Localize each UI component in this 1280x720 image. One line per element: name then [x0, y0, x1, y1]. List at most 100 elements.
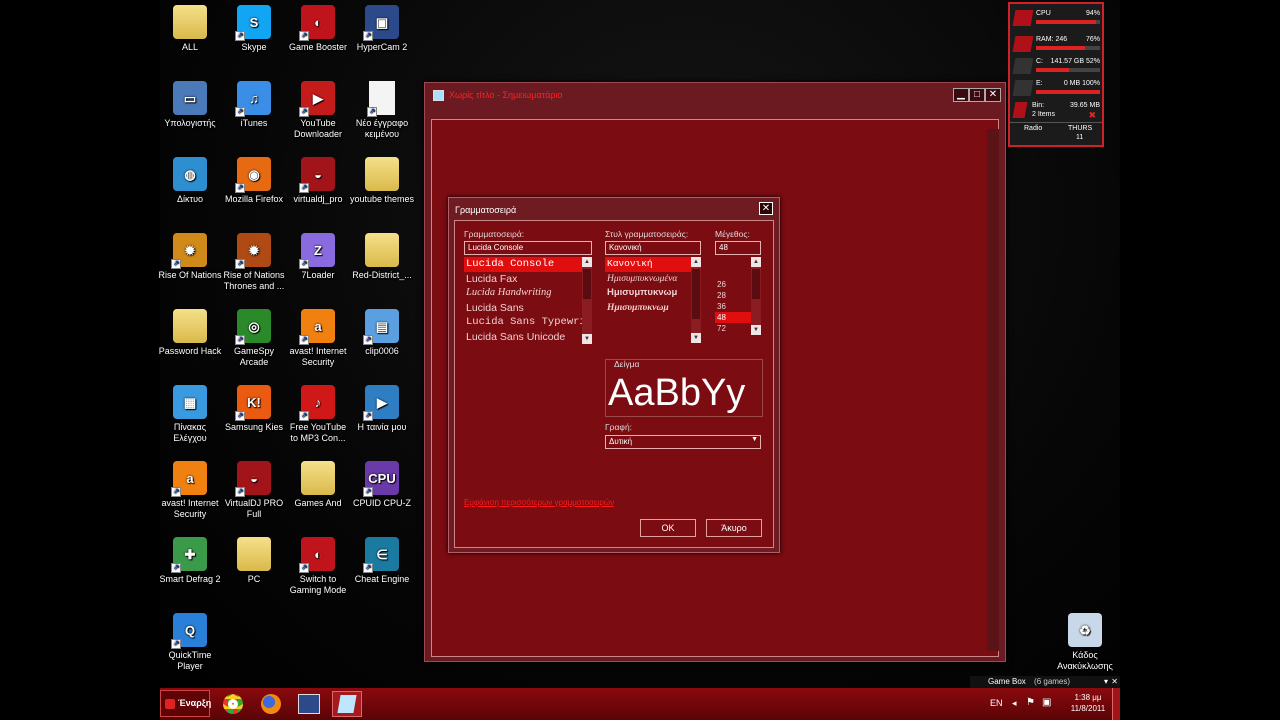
smart-defrag-icon: ✚ ↗ [171, 537, 207, 573]
notepad-taskbar-button[interactable] [332, 691, 362, 717]
list-item[interactable]: Lucida Console [464, 257, 592, 272]
shortcut-arrow-icon: ↗ [363, 563, 373, 573]
show-desktop-button[interactable] [1112, 688, 1120, 720]
ram-row: RAM: 246 76% [1012, 34, 1100, 56]
desktop-icon-smart-defrag[interactable]: ✚ ↗ Smart Defrag 2 [157, 537, 223, 585]
size-list[interactable]: 26 28 36 48 72 ▲ ▼ [715, 257, 761, 335]
desktop-icon-password-hack[interactable]: Password Hack [157, 309, 223, 357]
desktop-icon-firefox[interactable]: ◉ ↗ Mozilla Firefox [221, 157, 287, 205]
bin-value: 39.65 MB [1070, 102, 1100, 109]
desktop-icon-control-panel[interactable]: ▦ Πίνακας Ελέγχου [157, 385, 223, 444]
hypercam-icon: ▣ ↗ [363, 5, 399, 41]
desktop-icon-my-movie[interactable]: ▶ ↗ Η ταινία μου [349, 385, 415, 433]
desktop-icon-hypercam[interactable]: ▣ ↗ HyperCam 2 [349, 5, 415, 53]
minimize-button[interactable]: ▁ [953, 88, 969, 102]
desktop-icon-samsung-kies[interactable]: K! ↗ Samsung Kies [221, 385, 287, 433]
system-monitor-gadget: CPU 94% RAM: 246 76% C: 141.57 GB 52% E:… [1008, 2, 1104, 147]
shortcut-arrow-icon: ↗ [171, 563, 181, 573]
chevron-left-icon[interactable]: ◂ [1012, 698, 1017, 709]
desktop-icon-red-district[interactable]: Red-District_... [349, 233, 415, 281]
desktop-icon-all[interactable]: ALL [157, 5, 223, 53]
language-indicator[interactable]: EN [990, 698, 1003, 708]
desktop-icon-youtube-themes[interactable]: youtube themes [349, 157, 415, 205]
list-item[interactable]: Lucida Sans Unicode [464, 330, 592, 345]
desktop-icon-cheat-engine[interactable]: ∈ ↗ Cheat Engine [349, 537, 415, 585]
game-box-bar[interactable]: Game Box (6 games) ▾ ✕ [970, 676, 1120, 688]
desktop-icon-clip0006[interactable]: ▤ ↗ clip0006 [349, 309, 415, 357]
shortcut-arrow-icon: ↗ [235, 487, 245, 497]
radio-label[interactable]: Radio [1024, 125, 1042, 132]
desktop-icon-game-booster[interactable]: ◐ ↗ Game Booster [285, 5, 351, 53]
desktop-icon-rise-of-nations[interactable]: ✹ ↗ Rise Of Nations [157, 233, 223, 281]
desktop-icon-label: Skype [241, 42, 267, 52]
scroll-thumb[interactable] [692, 269, 700, 319]
scroll-thumb[interactable] [752, 269, 760, 299]
desktop-icon-avast-2[interactable]: a ↗ avast! Internet Security [157, 461, 223, 520]
desktop-icon-avast-1[interactable]: a ↗ avast! Internet Security [285, 309, 351, 368]
scroll-down-icon[interactable]: ▼ [751, 325, 761, 335]
sample-label: Δείγμα [612, 359, 642, 369]
scroll-up-icon[interactable]: ▲ [582, 257, 592, 267]
chevron-down-icon[interactable]: ▾ [1104, 676, 1108, 688]
list-item[interactable]: Lucida Sans [464, 301, 592, 316]
desktop-icon-label: PC [247, 574, 261, 584]
clock[interactable]: 1:38 μμ 11/8/2011 [1066, 693, 1110, 713]
hypercam-icon[interactable] [294, 691, 324, 717]
desktop-icon-new-text-document[interactable]: ↗ Νέο έγγραφο κειμένου [349, 81, 415, 140]
desktop-icon-games-and[interactable]: Games And [285, 461, 351, 509]
desktop-icon-7loader[interactable]: Z ↗ 7Loader [285, 233, 351, 281]
scroll-up-icon[interactable]: ▲ [691, 257, 701, 267]
cancel-button[interactable]: Άκυρο [706, 519, 762, 537]
title-bar[interactable]: Χωρίς τίτλο - Σημειωματάριο ▁ □ ✕ [425, 83, 1005, 107]
desktop-icon-computer[interactable]: ▭ Υπολογιστής [157, 81, 223, 129]
scroll-thumb[interactable] [583, 269, 591, 299]
desktop-icon-gaming-mode[interactable]: ◐ ↗ Switch to Gaming Mode [285, 537, 351, 596]
desktop-icon-itunes[interactable]: ♫ ↗ iTunes [221, 81, 287, 129]
cpu-row: CPU 94% [1012, 8, 1100, 30]
desktop-icon-quicktime[interactable]: Q ↗ QuickTime Player [157, 613, 223, 672]
list-item[interactable]: Κανονική [605, 257, 701, 272]
scroll-down-icon[interactable]: ▼ [582, 334, 592, 344]
maximize-button[interactable]: □ [969, 88, 985, 102]
scroll-down-icon[interactable]: ▼ [691, 333, 701, 343]
style-list[interactable]: Κανονική Ημισυμπυκνωμένα Ημισυμπυκνωμ Ημισυ… [605, 257, 701, 343]
font-input[interactable]: Lucida Console [464, 241, 592, 255]
desktop-icon-cpuz[interactable]: CPU ↗ CPUID CPU-Z [349, 461, 415, 509]
desktop-icon-skype[interactable]: S ↗ Skype [221, 5, 287, 53]
action-center-icon[interactable]: ⚑ [1026, 697, 1035, 708]
desktop-icon-virtualdj-pro[interactable]: ◒ ↗ virtualdj_pro [285, 157, 351, 205]
desktop-icon-rise-of-nations-thrones[interactable]: ✹ ↗ Rise of Nations Thrones and ... [221, 233, 287, 292]
desktop-icon-youtube-downloader[interactable]: ▶ ↗ YouTube Downloader [285, 81, 351, 140]
ok-button[interactable]: OK [640, 519, 696, 537]
list-item[interactable]: Ημισυμπυκνωμ [605, 301, 701, 316]
size-list-scrollbar[interactable]: ▲ ▼ [751, 257, 761, 335]
list-item[interactable]: Lucida Fax [464, 272, 592, 287]
list-item[interactable]: Lucida Handwriting [464, 286, 592, 301]
style-input[interactable]: Κανονική [605, 241, 701, 255]
close-button[interactable]: ✕ [985, 88, 1001, 102]
desktop-icon-gamespy-arcade[interactable]: ◎ ↗ GameSpy Arcade [221, 309, 287, 368]
list-item[interactable]: Ημισυμπυκνωμένα [605, 272, 701, 287]
dialog-close-button[interactable]: ✕ [759, 202, 773, 215]
desktop-icon-pc[interactable]: PC [221, 537, 287, 585]
desktop-icon-network[interactable]: ◍ Δίκτυο [157, 157, 223, 205]
font-list-scrollbar[interactable]: ▲ ▼ [582, 257, 592, 344]
style-list-scrollbar[interactable]: ▲ ▼ [691, 257, 701, 343]
desktop-icon-recycle-bin[interactable]: ♻ Κάδος Ανακύκλωσης [1052, 613, 1118, 672]
firefox-icon[interactable] [256, 691, 286, 717]
more-fonts-link[interactable]: Εμφάνιση περισσότερων γραμματοσειρών [464, 498, 614, 507]
chrome-icon[interactable] [218, 691, 248, 717]
list-item[interactable]: Ημισυμπυκνωμ [605, 286, 701, 301]
vertical-scrollbar[interactable] [987, 129, 999, 651]
start-button[interactable]: Έναρξη [160, 690, 211, 717]
network-icon[interactable]: ▣ [1042, 697, 1051, 708]
list-item[interactable]: Lucida Sans Typewriter [464, 315, 592, 330]
empty-bin-icon[interactable]: ✖ [1088, 110, 1096, 121]
desktop-icon-virtualdj-pro-full[interactable]: ◒ ↗ VirtualDJ PRO Full [221, 461, 287, 520]
desktop-icon-youtube-mp3[interactable]: ♪ ↗ Free YouTube to MP3 Con... [285, 385, 351, 444]
size-input[interactable]: 48 [715, 241, 761, 255]
font-list[interactable]: Lucida Console Lucida Fax Lucida Handwriti… [464, 257, 592, 344]
scroll-up-icon[interactable]: ▲ [751, 257, 761, 267]
close-icon[interactable]: ✕ [1111, 676, 1118, 688]
script-select[interactable]: Δυτική ▼ [605, 435, 761, 449]
